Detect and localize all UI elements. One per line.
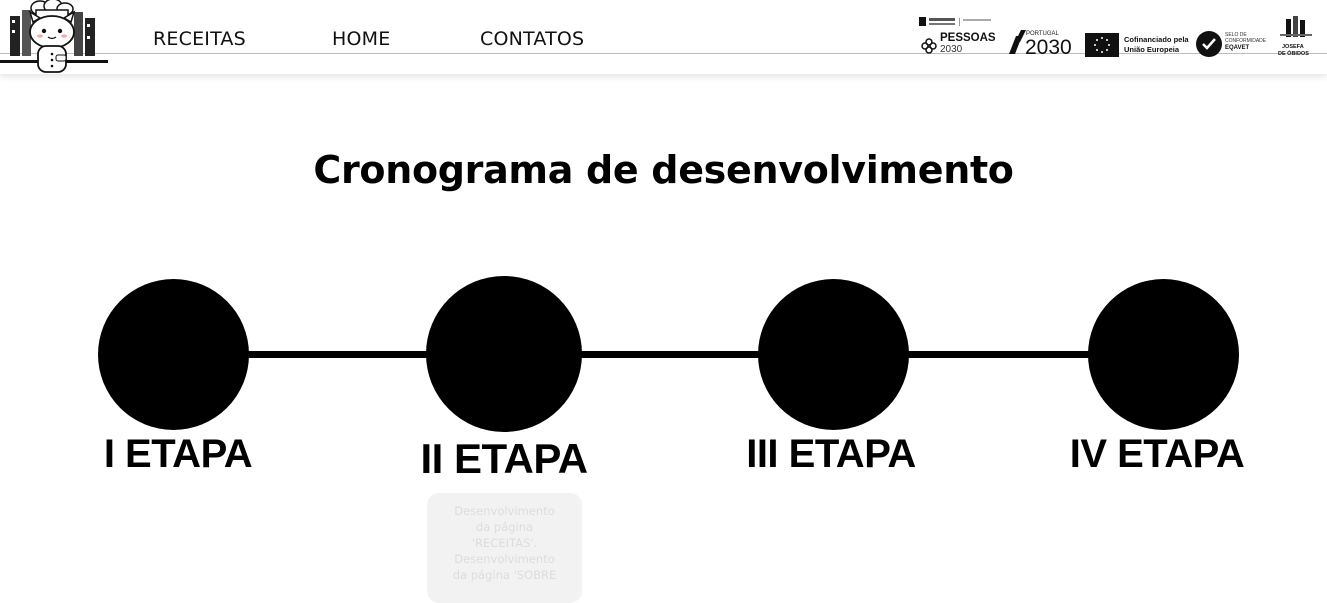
nav-home[interactable]: HOME (332, 28, 390, 50)
step-3-label: III ETAPA (746, 432, 916, 476)
eu-cofinanced-logo: Cofinanciado pela União Europeia (1084, 14, 1192, 58)
pessoas-text: PESSOAS (940, 32, 996, 44)
portugal-year: 2030 (1025, 36, 1072, 59)
description-line: da página (475, 520, 534, 534)
description-line: Desenvolvimento (454, 552, 555, 566)
nav-receitas[interactable]: RECEITAS (153, 28, 246, 50)
eqavet-seal-logo: SELO DE CONFORMIDADE EQAVET (1194, 14, 1274, 58)
step-2-label: II ETAPA (420, 435, 588, 482)
step-2-description-card: Desenvolvimento da página 'RECEITAS'. De… (427, 493, 582, 603)
eu-line1: Cofinanciado pela (1124, 35, 1189, 44)
school-josefa-obidos-logo: JOSEFA DE ÓBIDOS (1276, 14, 1316, 58)
school-line1: JOSEFA (1282, 44, 1304, 50)
step-4-label: IV ETAPA (1069, 432, 1245, 476)
pessoas-2030-logo: PESSOAS 2030 (917, 14, 997, 58)
step-1-circle[interactable] (98, 279, 249, 430)
description-line: da página 'SOBRE (452, 568, 557, 582)
nav-contatos[interactable]: CONTATOS (480, 28, 584, 50)
step-4-circle[interactable] (1088, 279, 1239, 430)
description-line: 'RECEITAS'. (471, 536, 538, 550)
site-header: RECEITAS HOME CONTATOS PESSOAS 2030 PORT… (0, 0, 1327, 74)
pessoas-year: 2030 (940, 44, 963, 55)
portugal-2030-logo: PORTUGAL 2030 (1006, 14, 1074, 59)
chef-cat-logo[interactable] (0, 0, 108, 78)
timeline-connector (172, 351, 1165, 358)
description-line: Desenvolvimento (454, 504, 555, 518)
step-2-circle[interactable] (426, 276, 582, 432)
step-3-circle[interactable] (758, 279, 909, 430)
step-1-label: I ETAPA (103, 432, 253, 476)
eqavet-line3: EQAVET (1225, 45, 1250, 51)
eu-line2: União Europeia (1124, 45, 1180, 54)
page-title: Cronograma de desenvolvimento (313, 148, 1014, 192)
eqavet-line2: CONFORMIDADE (1225, 38, 1267, 44)
school-line2: DE ÓBIDOS (1278, 51, 1309, 57)
